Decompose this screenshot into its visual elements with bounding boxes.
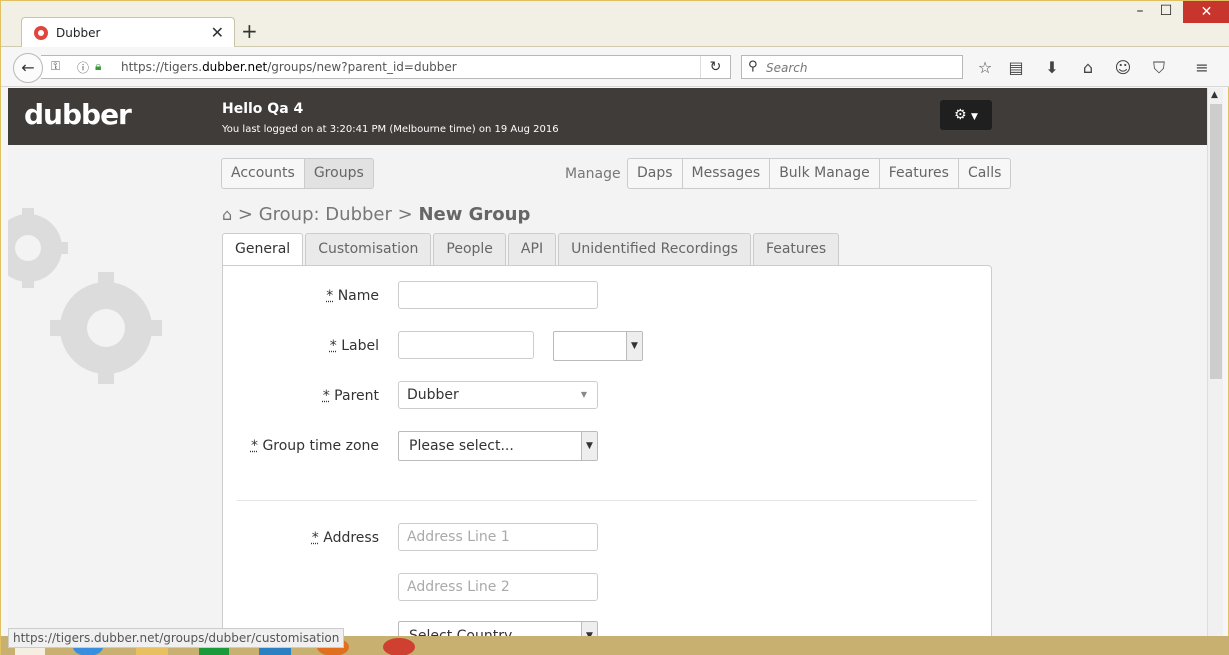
url-bar[interactable]: ⚿ ⓘ 🔒︎ https://tigers.dubber.net/groups/…	[41, 55, 731, 79]
name-label: * Name	[326, 288, 379, 304]
last-logon-text: You last logged on at 3:20:41 PM (Melbou…	[222, 124, 559, 135]
caret-down-icon: ▼	[580, 390, 587, 399]
search-placeholder: Search	[766, 61, 808, 75]
reading-list-icon[interactable]: ▤	[1005, 58, 1027, 77]
daps-button[interactable]: Daps	[627, 158, 683, 189]
page-viewport: dubber Hello Qa 4 You last logged on at …	[8, 88, 1207, 655]
address-label: * Address	[311, 530, 379, 546]
address-line1-input[interactable]: Address Line 1	[398, 523, 598, 551]
general-form-panel: * Name * Label ▼ * Parent Dubber ▼ * Grou…	[222, 265, 992, 655]
reload-icon[interactable]: ↻	[700, 56, 730, 78]
section-divider	[237, 500, 977, 501]
window-close-button[interactable]: ✕	[1183, 1, 1229, 23]
browser-window: Dubber ✕ + – ☐ ✕ ⚿ ⓘ 🔒︎ https://tigers.d…	[0, 0, 1229, 655]
tab-customisation[interactable]: Customisation	[305, 233, 432, 265]
smiley-icon[interactable]: ☺	[1112, 58, 1134, 77]
key-icon: ⚿	[51, 59, 61, 73]
download-icon[interactable]: ⬇	[1041, 58, 1063, 77]
caret-down-icon: ▼	[971, 112, 978, 122]
greeting: Hello Qa 4	[222, 101, 304, 117]
tab-people[interactable]: People	[433, 233, 506, 265]
tab-unidentified-recordings[interactable]: Unidentified Recordings	[558, 233, 751, 265]
label-label: * Label	[329, 338, 379, 354]
parent-label: * Parent	[322, 388, 379, 404]
breadcrumb-separator: >	[237, 204, 253, 225]
name-input[interactable]	[398, 281, 598, 309]
dubber-logo[interactable]: dubber	[24, 98, 132, 131]
dubber-favicon-icon	[34, 26, 48, 40]
accounts-button[interactable]: Accounts	[221, 158, 305, 189]
label-color-select[interactable]: ▼	[553, 331, 643, 361]
tab-features[interactable]: Features	[752, 233, 840, 265]
breadcrumb-separator: >	[397, 204, 413, 225]
search-icon: ⚲	[748, 59, 758, 74]
home-icon[interactable]: ⌂	[1077, 58, 1099, 77]
lock-icon: 🔒︎	[95, 59, 102, 73]
chevron-down-icon: ▼	[581, 432, 597, 460]
messages-button[interactable]: Messages	[681, 158, 771, 189]
maximize-icon[interactable]: ☐	[1151, 3, 1181, 19]
tab-api[interactable]: API	[507, 233, 557, 265]
bulk-manage-button[interactable]: Bulk Manage	[769, 158, 880, 189]
scrollbar-thumb[interactable]	[1210, 104, 1222, 379]
tab-strip: Dubber ✕ + – ☐ ✕	[1, 1, 1229, 48]
chrome-icon[interactable]	[383, 638, 415, 655]
scroll-up-icon[interactable]: ▲	[1211, 90, 1218, 100]
label-input[interactable]	[398, 331, 534, 359]
settings-dropdown-button[interactable]: ⚙ ▼	[940, 100, 992, 130]
chevron-down-icon: ▼	[626, 332, 642, 360]
close-tab-icon[interactable]: ✕	[211, 23, 224, 42]
status-bar-url: https://tigers.dubber.net/groups/dubber/…	[8, 628, 345, 648]
gear-icon: ⚙	[954, 107, 967, 123]
primary-nav-group: Accounts Groups	[221, 158, 374, 189]
parent-select[interactable]: Dubber ▼	[398, 381, 598, 409]
timezone-label: * Group time zone	[250, 438, 379, 454]
gears-decoration-icon	[8, 208, 162, 384]
info-icon[interactable]: ⓘ	[77, 59, 89, 76]
features-button[interactable]: Features	[878, 158, 959, 189]
vertical-scrollbar[interactable]: ▲	[1207, 88, 1223, 655]
menu-icon[interactable]: ≡	[1191, 58, 1213, 77]
home-icon[interactable]: ⌂	[222, 205, 232, 224]
new-tab-button[interactable]: +	[241, 19, 258, 43]
address-line2-input[interactable]: Address Line 2	[398, 573, 598, 601]
calls-button[interactable]: Calls	[957, 158, 1012, 189]
navigation-bar: ⚿ ⓘ 🔒︎ https://tigers.dubber.net/groups/…	[1, 47, 1229, 87]
back-button[interactable]: ←	[13, 53, 43, 83]
browser-tab-dubber[interactable]: Dubber ✕	[21, 17, 235, 48]
pocket-icon[interactable]: ⛉	[1148, 58, 1170, 78]
tab-title: Dubber	[56, 26, 101, 40]
manage-label: Manage	[565, 166, 621, 182]
search-bar[interactable]: ⚲ Search	[741, 55, 963, 79]
form-tabs: General Customisation People API Unident…	[222, 233, 841, 266]
bookmark-star-icon[interactable]: ☆	[974, 58, 996, 77]
timezone-select[interactable]: Please select... ▼	[398, 431, 598, 461]
groups-button[interactable]: Groups	[303, 158, 374, 189]
tab-general[interactable]: General	[222, 233, 304, 266]
manage-nav-group: Daps Messages Bulk Manage Features Calls	[627, 158, 1012, 189]
breadcrumb-current: New Group	[418, 204, 531, 225]
breadcrumb: ⌂ > Group: Dubber > New Group	[222, 204, 530, 225]
app-header: dubber Hello Qa 4 You last logged on at …	[8, 88, 1207, 145]
url-text: https://tigers.dubber.net/groups/new?par…	[121, 60, 457, 74]
breadcrumb-parent-link[interactable]: Group: Dubber	[259, 204, 392, 225]
